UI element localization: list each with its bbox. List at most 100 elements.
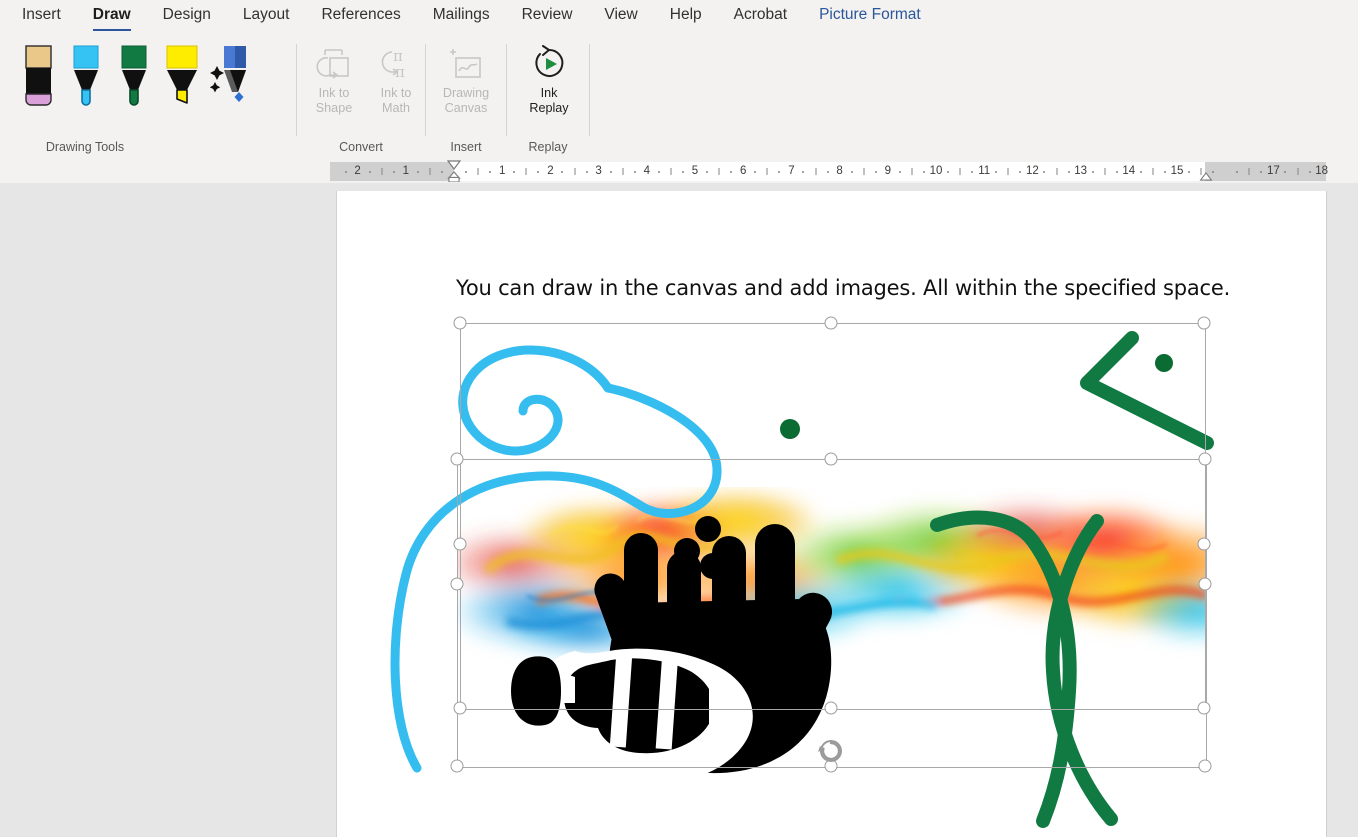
tab-references[interactable]: References: [321, 5, 400, 31]
ruler-number: 1: [403, 162, 409, 181]
ink-to-shape-button[interactable]: Ink to Shape: [303, 42, 365, 116]
ruler-number: 15: [1171, 162, 1184, 181]
tab-design[interactable]: Design: [163, 5, 211, 31]
ruler-tick: [622, 168, 623, 175]
image-handle-mid-right[interactable]: [1198, 538, 1211, 551]
ruler-dot: [1092, 171, 1094, 173]
ruler-number: 11: [978, 162, 990, 181]
tab-view[interactable]: View: [604, 5, 637, 31]
ink-replay-icon: [528, 44, 570, 86]
tab-layout[interactable]: Layout: [243, 5, 290, 31]
ruler-dot: [923, 171, 925, 173]
ruler-dot: [513, 171, 515, 173]
ruler-number: 10: [930, 162, 943, 181]
action-pen-icon[interactable]: [206, 42, 254, 108]
ruler-number: 1: [499, 162, 505, 181]
right-indent-marker[interactable]: [1199, 172, 1213, 181]
ruler-dot: [899, 171, 901, 173]
ink-to-math-label-line2: Math: [365, 101, 427, 116]
image-handle-bottom-center[interactable]: [825, 702, 838, 715]
ruler-dot: [1140, 171, 1142, 173]
first-line-indent-marker[interactable]: [447, 160, 461, 170]
tab-acrobat[interactable]: Acrobat: [734, 5, 787, 31]
ruler-tick: [1008, 168, 1009, 175]
image-handle-top-right[interactable]: [1198, 317, 1211, 330]
ruler-dot: [417, 171, 419, 173]
ruler-dot: [778, 171, 780, 173]
canvas-handle-top-right[interactable]: [1199, 453, 1212, 466]
ruler-dot: [634, 171, 636, 173]
canvas-handle-top-left[interactable]: [451, 453, 464, 466]
ink-replay-label-line2: Replay: [518, 101, 580, 116]
group-label-replay: Replay: [507, 138, 589, 160]
image-handle-mid-left[interactable]: [454, 538, 467, 551]
ruler-tick: [429, 168, 430, 175]
ruler-dot: [754, 171, 756, 173]
tab-draw[interactable]: Draw: [93, 5, 131, 31]
ink-to-math-button[interactable]: π π Ink to Math: [365, 42, 427, 116]
ruler-tick: [1152, 168, 1153, 175]
image-handle-bottom-left[interactable]: [454, 702, 467, 715]
tab-help[interactable]: Help: [670, 5, 702, 31]
ruler-dot: [1284, 171, 1286, 173]
ruler-tick: [1249, 168, 1250, 175]
pen-icon-green[interactable]: [110, 42, 158, 108]
ruler-number: 9: [885, 162, 891, 181]
eraser-icon[interactable]: [14, 42, 62, 108]
document-area[interactable]: You can draw in the canvas and add image…: [0, 183, 1358, 837]
ruler-dot: [947, 171, 949, 173]
green-dot-left: [780, 419, 800, 439]
ruler-dot: [971, 171, 973, 173]
ruler-dot: [1164, 171, 1166, 173]
ruler-dot: [851, 171, 853, 173]
colored-ink-in-water-photo: [437, 487, 1267, 667]
canvas-handle-mid-left[interactable]: [451, 578, 464, 591]
image-handle-top-center[interactable]: [825, 317, 838, 330]
tab-mailings[interactable]: Mailings: [433, 5, 490, 31]
ruler-number: 7: [788, 162, 794, 181]
ruler-number: 18: [1315, 162, 1328, 181]
tab-picture-format[interactable]: Picture Format: [819, 5, 921, 31]
canvas-handle-bottom-left[interactable]: [451, 760, 464, 773]
document-page[interactable]: You can draw in the canvas and add image…: [336, 191, 1327, 837]
drawing-canvas-label-line2: Canvas: [435, 101, 497, 116]
ruler-number: 3: [595, 162, 601, 181]
canvas-handle-mid-right[interactable]: [1199, 578, 1212, 591]
canvas-handle-bottom-right[interactable]: [1199, 760, 1212, 773]
ruler-dot: [875, 171, 877, 173]
ruler-dot: [1068, 171, 1070, 173]
ruler-number: 4: [644, 162, 650, 181]
ribbon-group-drawing-tools: Drawing Tools: [0, 36, 296, 160]
tab-review[interactable]: Review: [522, 5, 573, 31]
ink-to-shape-label-line2: Shape: [303, 101, 365, 116]
ribbon-group-insert: Drawing Canvas Insert: [426, 36, 506, 160]
green-dot-right: [1155, 354, 1173, 372]
ruler-number: 5: [692, 162, 698, 181]
drawing-canvas-region[interactable]: [337, 191, 1326, 837]
ruler-number: 12: [1026, 162, 1039, 181]
ink-replay-button[interactable]: Ink Replay: [517, 42, 581, 116]
ruler-number: 13: [1074, 162, 1087, 181]
pen-icon-blue[interactable]: [62, 42, 110, 108]
drawing-canvas-label-line1: Drawing: [435, 86, 497, 101]
drawing-canvas-button[interactable]: Drawing Canvas: [435, 42, 497, 116]
horizontal-ruler[interactable]: 211234567891011121314151718: [330, 162, 1326, 181]
image-handle-bottom-right[interactable]: [1198, 702, 1211, 715]
tab-insert[interactable]: Insert: [22, 5, 61, 31]
ruler-dot: [369, 171, 371, 173]
ruler-number: 14: [1122, 162, 1135, 181]
ruler-dot: [1236, 171, 1238, 173]
image-handle-top-left[interactable]: [454, 317, 467, 330]
rotate-handle[interactable]: [818, 738, 844, 764]
ruler-dot: [586, 171, 588, 173]
clownfish-silhouette: [537, 649, 753, 784]
canvas-handle-top-center[interactable]: [825, 453, 838, 466]
hanging-indent-marker[interactable]: [447, 171, 461, 182]
ruler-dot: [1043, 171, 1045, 173]
ruler-number: 2: [354, 162, 360, 181]
ruler-dot: [465, 171, 467, 173]
ruler-dot: [706, 171, 708, 173]
ruler-dot: [561, 171, 563, 173]
highlighter-icon-yellow[interactable]: [158, 42, 206, 108]
word-window: Insert Draw Design Layout References Mai…: [0, 0, 1358, 837]
